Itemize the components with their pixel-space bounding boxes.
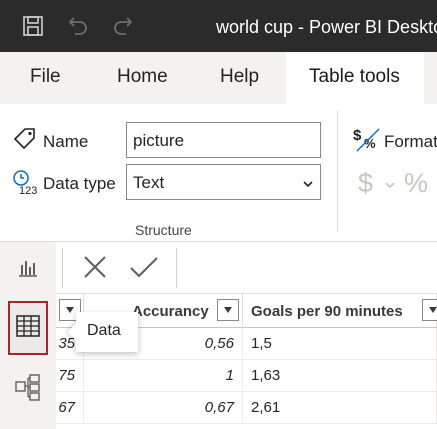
title-bar: world cup - Power BI Deskto xyxy=(0,0,437,52)
undo-icon[interactable] xyxy=(64,12,92,40)
table-cell[interactable]: 1,63 xyxy=(243,360,437,392)
ribbon-body: Name picture 123 Data type Text Structur… xyxy=(0,104,437,242)
chevron-down-icon[interactable] xyxy=(384,178,396,196)
data-view-button[interactable] xyxy=(8,301,48,355)
name-label: Name xyxy=(43,132,89,151)
tab-home[interactable]: Home xyxy=(117,66,168,88)
formula-separator xyxy=(62,248,63,288)
table-cell[interactable]: 0,67 xyxy=(84,392,243,424)
bar-chart-icon xyxy=(16,255,40,284)
redo-icon[interactable] xyxy=(109,12,137,40)
table-cell[interactable]: 67 xyxy=(56,392,84,424)
table-cell[interactable]: 1 xyxy=(84,360,243,392)
ribbon-tabs: File Home Help Table tools xyxy=(0,52,437,104)
name-input[interactable]: picture xyxy=(126,122,321,158)
tab-help[interactable]: Help xyxy=(220,66,259,88)
format-label[interactable]: Formatt xyxy=(384,132,437,152)
currency-button[interactable]: $ xyxy=(358,168,373,199)
tag-icon xyxy=(12,126,38,157)
table-icon xyxy=(15,313,41,344)
tab-file[interactable]: File xyxy=(30,66,61,88)
check-icon[interactable] xyxy=(129,254,159,285)
left-nav xyxy=(0,242,56,429)
data-type-select[interactable]: Text xyxy=(126,164,321,200)
tab-table-tools[interactable]: Table tools xyxy=(286,52,424,104)
report-view-button[interactable] xyxy=(8,244,48,294)
ribbon-separator xyxy=(337,110,338,232)
data-view-tooltip: Data xyxy=(67,312,138,352)
column-header-goals-per-90-minutes[interactable]: Goals per 90 minutes xyxy=(243,294,437,328)
table-cell[interactable]: 75 xyxy=(56,360,84,392)
data-type-label: Data type xyxy=(43,174,116,193)
formula-bar xyxy=(56,242,437,294)
filter-dropdown-icon[interactable] xyxy=(217,299,239,321)
model-icon xyxy=(14,373,42,406)
window-title: world cup - Power BI Deskto xyxy=(216,17,437,37)
chevron-down-icon xyxy=(302,175,314,195)
formula-separator xyxy=(176,248,177,288)
filter-dropdown-icon[interactable] xyxy=(422,299,437,321)
structure-group-label: Structure xyxy=(135,222,192,238)
save-icon[interactable] xyxy=(19,12,47,40)
svg-text:123: 123 xyxy=(19,185,37,196)
table-cell[interactable]: 2,61 xyxy=(243,392,437,424)
model-view-button[interactable] xyxy=(8,364,48,414)
data-type-icon: 123 xyxy=(11,168,39,201)
data-type-value: Text xyxy=(133,173,165,192)
table-cell[interactable]: 1,5 xyxy=(243,328,437,360)
percent-button[interactable]: % xyxy=(404,168,428,199)
tooltip-text: Data xyxy=(87,322,121,339)
close-icon[interactable] xyxy=(82,254,108,285)
format-icon: $% xyxy=(353,126,383,157)
svg-text:$: $ xyxy=(353,127,362,144)
